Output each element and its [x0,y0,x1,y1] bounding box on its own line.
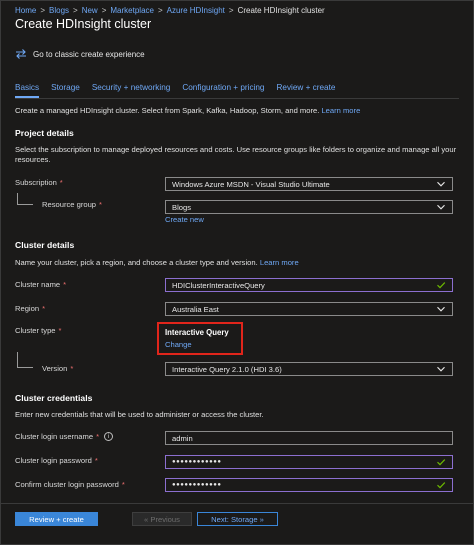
region-value: Australia East [172,304,219,314]
cluster-credentials-heading: Cluster credentials [15,393,93,403]
checkmark-icon [436,280,446,290]
info-icon[interactable]: i [104,432,114,441]
required-marker: * [121,480,125,489]
login-password-value: ●●●●●●●●●●●● [172,459,222,465]
region-label: Region * [15,304,45,313]
tab-bar: Basics Storage Security + networking Con… [15,82,459,98]
resource-group-label-text: Resource group [42,200,97,209]
required-marker: * [70,364,74,373]
subscription-label-text: Subscription [15,178,57,187]
cluster-name-input[interactable]: HDIClusterInteractiveQuery [165,278,453,292]
breadcrumb-separator: > [228,5,234,15]
confirm-password-input[interactable]: ●●●●●●●●●●●● [165,478,453,492]
intro-text: Create a managed HDInsight cluster. Sele… [15,106,465,116]
required-marker: * [94,456,98,465]
subscription-dropdown[interactable]: Windows Azure MSDN - Visual Studio Ultim… [165,177,453,191]
intro-learn-more-link[interactable]: Learn more [321,106,360,115]
login-username-value: admin [172,433,193,443]
breadcrumb-separator: > [40,5,46,15]
cluster-name-label: Cluster name * [15,280,66,289]
classic-experience-link[interactable]: Go to classic create experience [15,47,145,61]
swap-arrows-icon [15,48,27,60]
page-title: Create HDInsight cluster [15,17,152,31]
cluster-details-description: Name your cluster, pick a region, and ch… [15,258,258,267]
tab-security-networking[interactable]: Security + networking [92,82,171,98]
login-password-input[interactable]: ●●●●●●●●●●●● [165,455,453,469]
required-marker: * [58,326,62,335]
cluster-details-text: Name your cluster, pick a region, and ch… [15,258,465,268]
classic-experience-label: Go to classic create experience [33,49,145,59]
breadcrumb-separator: > [73,5,78,15]
resource-group-dropdown[interactable]: Blogs [165,200,453,214]
required-marker: * [59,178,63,187]
create-new-resource-group-link[interactable]: Create new [165,215,204,224]
subscription-value: Windows Azure MSDN - Visual Studio Ultim… [172,179,330,189]
tab-configuration-pricing[interactable]: Configuration + pricing [182,82,264,98]
tab-divider [15,98,459,99]
chevron-down-icon [436,304,446,314]
checkmark-icon [436,480,446,490]
version-label: Version * [42,364,73,373]
cluster-details-learn-more-link[interactable]: Learn more [260,258,299,267]
breadcrumb-separator: > [101,5,107,15]
tab-review-create[interactable]: Review + create [276,82,335,98]
cluster-name-value: HDIClusterInteractiveQuery [172,280,265,290]
login-password-label-text: Cluster login password [15,456,92,465]
login-password-label: Cluster login password * [15,456,98,465]
breadcrumb-new[interactable]: New [82,6,98,15]
checkmark-icon [436,457,446,467]
previous-button[interactable]: « Previous [132,512,192,526]
required-marker: * [63,280,67,289]
required-marker: * [99,200,103,209]
review-create-button[interactable]: Review + create [15,512,98,526]
breadcrumb-separator: > [157,5,163,15]
project-details-heading: Project details [15,128,74,138]
tab-basics[interactable]: Basics [15,82,40,98]
intro-description: Create a managed HDInsight cluster. Sele… [15,106,320,115]
version-label-text: Version [42,364,68,373]
required-marker: * [42,304,46,313]
change-cluster-type-link[interactable]: Change [165,340,192,349]
breadcrumb-azure-hdinsight[interactable]: Azure HDInsight [167,6,225,15]
chevron-down-icon [436,179,446,189]
region-label-text: Region [15,304,40,313]
breadcrumb-current: Create HDInsight cluster [237,5,325,15]
tab-storage[interactable]: Storage [51,82,80,98]
cluster-type-label: Cluster type * [15,326,62,335]
chevron-down-icon [436,364,446,374]
cluster-details-heading: Cluster details [15,240,75,250]
region-dropdown[interactable]: Australia East [165,302,453,316]
subscription-label: Subscription * [15,178,63,187]
project-details-description: Select the subscription to manage deploy… [15,145,457,164]
cluster-type-value: Interactive Query [165,328,229,337]
required-marker: * [96,432,100,441]
resource-group-value: Blogs [172,202,191,212]
cluster-credentials-description: Enter new credentials that will be used … [15,410,264,419]
breadcrumb-marketplace[interactable]: Marketplace [110,6,154,15]
cluster-name-label-text: Cluster name [15,280,61,289]
login-username-label: Cluster login username * i [15,432,114,441]
resource-group-label: Resource group * [42,200,102,209]
login-username-input[interactable]: admin [165,431,453,445]
breadcrumb-blogs[interactable]: Blogs [49,6,69,15]
confirm-password-value: ●●●●●●●●●●●● [172,482,222,488]
next-storage-button[interactable]: Next: Storage » [197,512,278,526]
login-username-label-text: Cluster login username [15,432,94,441]
breadcrumb-home[interactable]: Home [15,6,36,15]
confirm-password-label: Confirm cluster login password * [15,480,125,489]
breadcrumb: Home > Blogs > New > Marketplace > Azure… [15,4,325,16]
tree-connector [17,352,33,368]
version-dropdown[interactable]: Interactive Query 2.1.0 (HDI 3.6) [165,362,453,376]
chevron-down-icon [436,202,446,212]
tree-connector [17,193,33,205]
footer-divider [0,503,474,504]
cluster-type-highlight [157,322,243,355]
version-value: Interactive Query 2.1.0 (HDI 3.6) [172,364,282,374]
confirm-password-label-text: Confirm cluster login password [15,480,119,489]
cluster-type-label-text: Cluster type [15,326,56,335]
